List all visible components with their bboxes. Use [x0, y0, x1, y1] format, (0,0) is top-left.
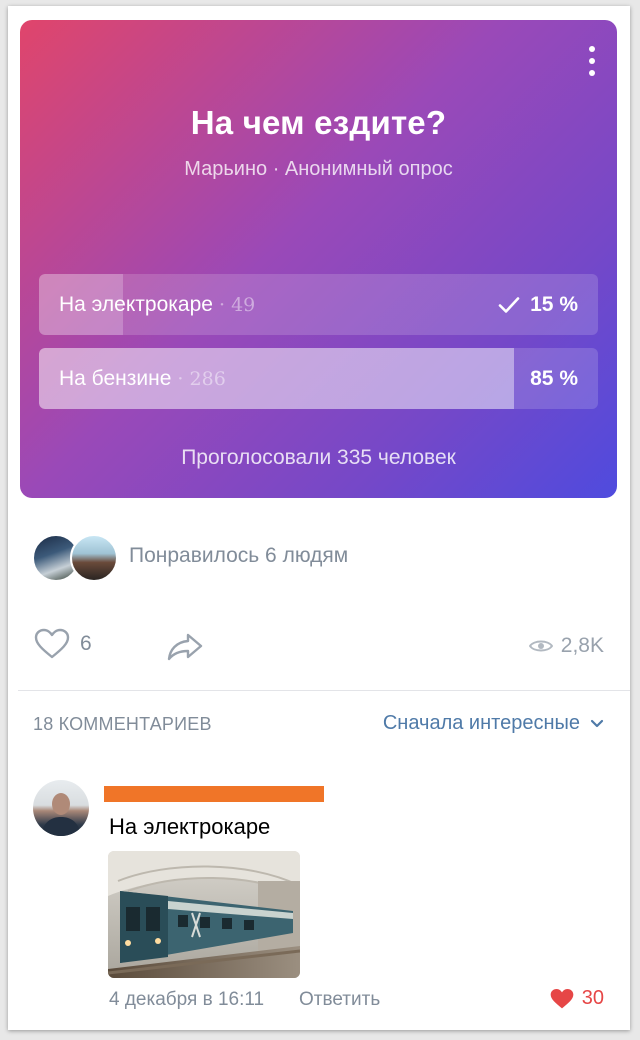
heart-outline-icon	[34, 628, 70, 659]
poll-option-separator: ·	[171, 368, 190, 390]
poll-option[interactable]: На электрокаре · 49 15 %	[39, 274, 598, 335]
check-icon	[498, 296, 520, 313]
poll-subtitle: Марьино · Анонимный опрос	[184, 158, 453, 180]
poll-option-result: 85 %	[530, 348, 578, 409]
sort-label: Сначала интересные	[382, 712, 580, 734]
poll-option[interactable]: На бензине · 286 85 %	[39, 348, 598, 409]
poll-option-label-wrap: На бензине · 286	[59, 348, 226, 409]
reply-button[interactable]: Ответить	[299, 989, 380, 1011]
post-frame: На чем ездите? Марьино · Анонимный опрос…	[8, 6, 630, 1030]
comment-like-count: 30	[581, 987, 604, 1009]
poll-card: На чем ездите? Марьино · Анонимный опрос…	[20, 20, 617, 498]
poll-total-votes: Проголосовали 335 человек	[181, 446, 456, 469]
eye-icon	[528, 640, 553, 652]
comments-sort-dropdown[interactable]: Сначала интересные	[383, 712, 604, 735]
poll-option-label-wrap: На электрокаре · 49	[59, 274, 255, 335]
like-count: 6	[80, 632, 92, 655]
poll-option-result: 15 %	[498, 274, 578, 335]
poll-option-label: На электрокаре	[59, 293, 213, 316]
heart-filled-icon	[550, 988, 574, 1008]
poll-option-percent: 85 %	[530, 367, 578, 390]
divider	[18, 690, 630, 691]
avatar-photo	[41, 793, 81, 836]
poll-option-label: На бензине	[59, 367, 172, 390]
comment-date: 4 декабря в 16:11	[109, 989, 265, 1010]
poll-option-count: 286	[189, 368, 226, 390]
avatar	[70, 534, 118, 582]
poll-title: На чем ездите?	[190, 104, 447, 141]
metro-train-image	[108, 851, 300, 978]
poll-option-percent: 15 %	[530, 293, 578, 316]
more-vertical-icon[interactable]	[585, 46, 599, 76]
comment-photo-attachment[interactable]	[108, 851, 300, 978]
comment-author-avatar[interactable]	[33, 780, 89, 836]
poll-option-separator: ·	[212, 294, 232, 316]
like-button[interactable]: 6	[34, 628, 92, 660]
liked-avatars[interactable]	[32, 534, 122, 582]
comments-count: 18 КОММЕНТАРИЕВ	[33, 714, 212, 734]
comment-text: На электрокаре	[109, 814, 271, 839]
chevron-down-icon	[590, 719, 604, 727]
share-arrow-icon	[167, 633, 203, 661]
views-count: 2,8K	[560, 634, 604, 657]
comment-like-button[interactable]: 30	[550, 987, 604, 1010]
redacted-author-name	[104, 786, 324, 802]
poll-option-count: 49	[231, 294, 256, 316]
liked-by-text[interactable]: Понравилось 6 людям	[129, 544, 348, 568]
share-button[interactable]	[166, 632, 204, 667]
views-counter: 2,8K	[528, 634, 604, 658]
